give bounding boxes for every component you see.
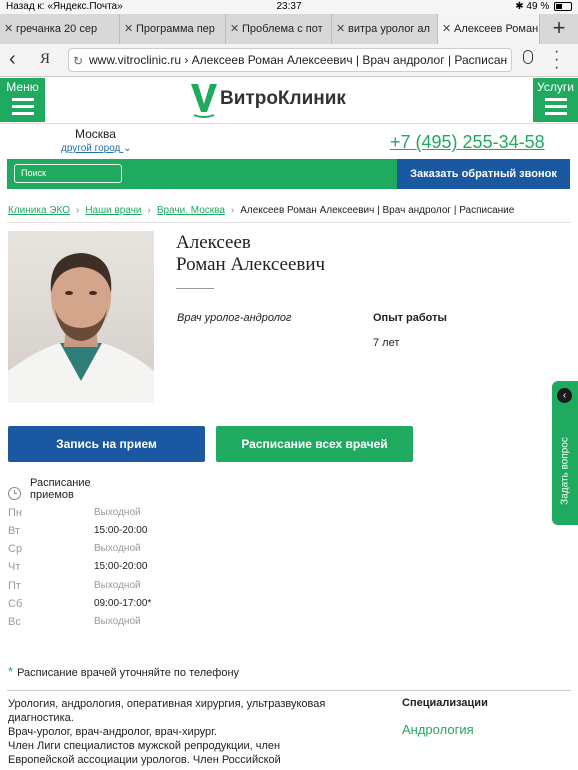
specializations-title: Специализации — [402, 697, 488, 709]
url-text: www.vitroclinic.ru › Алексеев Роман Алек… — [89, 53, 508, 67]
specialization-link[interactable]: Андрология — [402, 722, 474, 737]
battery-icon — [554, 1, 572, 11]
doctor-last-name: Алексеев — [176, 232, 251, 253]
schedule-time: 15:00-20:00 — [94, 525, 148, 536]
schedule-time: 09:00-17:00* — [94, 598, 152, 609]
schedule-day: Сб — [8, 598, 23, 610]
new-tab-button[interactable]: + — [540, 14, 578, 44]
back-icon[interactable]: ‹ — [9, 48, 16, 71]
doctor-name: Алексеев Роман Алексеевич — [176, 232, 325, 276]
chevron-down-icon: ⌄ — [123, 143, 132, 154]
status-right: ✱ 49 % — [515, 1, 572, 12]
experience-value: 7 лет — [373, 337, 400, 349]
book-appointment-button[interactable]: Запись на прием — [8, 426, 205, 462]
more-menu-icon[interactable]: · · · — [554, 44, 559, 76]
about-line: Член Лиги специалистов мужской репродукц… — [8, 740, 281, 752]
schedule-time: Выходной — [94, 580, 141, 591]
breadcrumb: Клиника ЭКО › Наши врачи › Врачи. Москва › Але… — [8, 205, 514, 216]
search-input[interactable]: Поиск — [14, 164, 122, 183]
url-field[interactable]: ↻ www.vitroclinic.ru › Алексеев Роман Ал… — [68, 48, 512, 72]
schedule-day: Пт — [8, 580, 21, 592]
yandex-icon[interactable]: Я — [40, 51, 50, 68]
schedule-day: Пн — [8, 507, 22, 519]
schedule-day: Вт — [8, 525, 21, 537]
browser-tabs: ✕ гречанка 20 сер ✕ Программа пер ✕ Проб… — [0, 14, 578, 45]
browser-tab[interactable]: ✕ Программа пер — [120, 14, 226, 44]
schedule-day: Вс — [8, 616, 21, 628]
battery-percent: 49 % — [526, 1, 550, 12]
breadcrumb-divider — [7, 222, 571, 223]
browser-tab[interactable]: ✕ Проблема с пот — [226, 14, 332, 44]
status-time: 23:37 — [276, 1, 302, 12]
schedule-note-text: Расписание врачей уточняйте по телефону — [17, 667, 240, 679]
site-logo[interactable]: ВитроКлиник — [190, 82, 390, 120]
breadcrumb-link[interactable]: Клиника ЭКО — [8, 205, 70, 216]
doctor-photo — [8, 231, 154, 403]
schedule-time: Выходной — [94, 616, 141, 627]
clock-icon — [8, 487, 21, 500]
browser-tab[interactable]: ✕ витра уролог ал — [332, 14, 438, 44]
callback-button[interactable]: Заказать обратный звонок — [397, 159, 570, 189]
doctor-first-names: Роман Алексеевич — [176, 254, 326, 275]
services-label: Услуги — [537, 80, 574, 94]
close-tab-icon[interactable]: ✕ — [442, 14, 451, 44]
asterisk-icon: * — [8, 664, 14, 679]
current-city: Москва — [75, 127, 116, 141]
tab-label: Алексеев Роман — [454, 23, 539, 35]
status-bar: Назад к: «Яндекс.Почта» 23:37 ✱ 49 % — [0, 0, 578, 14]
close-tab-icon[interactable]: ✕ — [4, 14, 13, 44]
tab-label: витра уролог ал — [348, 23, 430, 35]
microphone-icon[interactable] — [523, 50, 533, 64]
doctor-specialty: Врач уролог-андролог — [177, 312, 292, 324]
breadcrumb-separator: › — [75, 205, 80, 216]
ask-question-tab[interactable]: ‹ Задать вопрос — [552, 381, 578, 525]
schedule-title: Расписание приемов — [30, 477, 91, 501]
schedule-time: Выходной — [94, 543, 141, 554]
other-city-label: другой город — [61, 143, 121, 154]
phone-link[interactable]: +7 (495) 255-34-58 — [390, 132, 545, 153]
other-city-link[interactable]: другой город ⌄ — [61, 143, 132, 154]
address-bar: ‹ Я ↻ www.vitroclinic.ru › Алексеев Рома… — [0, 44, 578, 77]
ask-question-label: Задать вопрос — [559, 437, 571, 505]
section-divider — [7, 690, 571, 691]
about-line: Урология, андрология, оперативная хирург… — [8, 698, 326, 710]
experience-label: Опыт работы — [373, 312, 447, 324]
breadcrumb-link[interactable]: Врачи. Москва — [157, 205, 225, 216]
tab-label: Проблема с пот — [242, 23, 323, 35]
breadcrumb-separator: › — [147, 205, 151, 216]
hamburger-icon — [544, 98, 567, 115]
chevron-left-icon[interactable]: ‹ — [557, 388, 572, 403]
breadcrumb-separator: › — [230, 205, 235, 216]
close-tab-icon[interactable]: ✕ — [336, 14, 345, 44]
schedule-time: Выходной — [94, 507, 141, 518]
schedule-day: Чт — [8, 561, 21, 573]
tab-label: гречанка 20 сер — [16, 23, 98, 35]
doctor-portrait-icon — [8, 253, 154, 403]
header-divider — [0, 123, 578, 124]
reload-icon[interactable]: ↻ — [73, 50, 83, 71]
hamburger-icon — [11, 98, 34, 115]
bluetooth-icon: ✱ — [515, 1, 524, 12]
breadcrumb-link[interactable]: Наши врачи — [85, 205, 141, 216]
browser-tab[interactable]: ✕ гречанка 20 сер — [0, 14, 120, 44]
schedule-day: Ср — [8, 543, 23, 555]
about-line: Европейской ассоциации урологов. Член Ро… — [8, 754, 281, 766]
about-line: диагностика. — [8, 712, 74, 724]
name-divider — [176, 288, 214, 289]
vitro-logo-icon — [191, 84, 217, 118]
doctor-about: Урология, андрология, оперативная хирург… — [8, 697, 353, 767]
schedule-time: 15:00-20:00 — [94, 561, 148, 572]
services-button[interactable]: Услуги — [533, 78, 578, 122]
close-tab-icon[interactable]: ✕ — [124, 14, 133, 44]
close-tab-icon[interactable]: ✕ — [230, 14, 239, 44]
all-doctors-schedule-button[interactable]: Расписание всех врачей — [216, 426, 413, 462]
tab-label: Программа пер — [136, 23, 215, 35]
menu-button[interactable]: Меню — [0, 78, 45, 122]
logo-text: ВитроКлиник — [220, 88, 346, 109]
about-line: Врач-уролог, врач-андролог, врач-хирург. — [8, 726, 217, 738]
schedule-note: * Расписание врачей уточняйте по телефону — [8, 664, 239, 679]
menu-label: Меню — [6, 80, 39, 94]
browser-tab-active[interactable]: ✕ Алексеев Роман — [438, 14, 540, 44]
breadcrumb-current: Алексеев Роман Алексеевич | Врач андроло… — [240, 205, 515, 216]
